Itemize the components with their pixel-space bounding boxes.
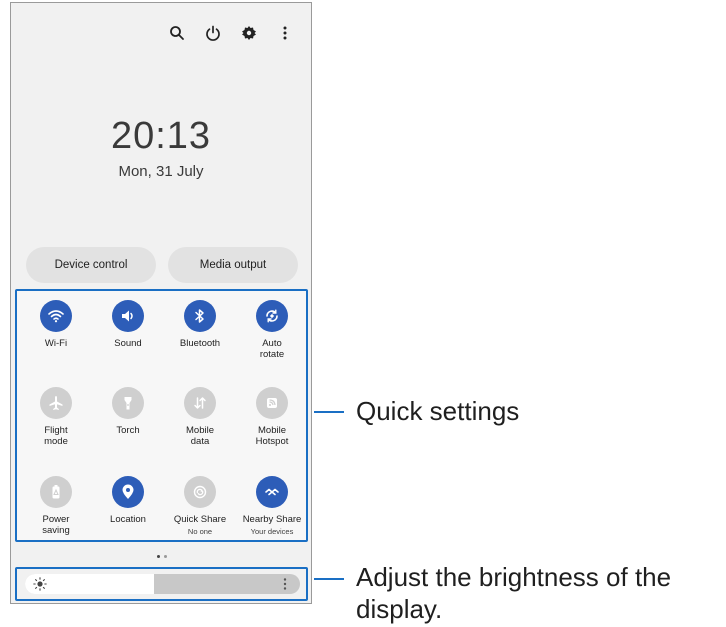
- tile-label: Nearby Share: [242, 514, 302, 525]
- brightness-more-icon[interactable]: [282, 577, 288, 591]
- tile-sublabel: No one: [187, 527, 213, 536]
- tile-label: Mobile Hotspot: [255, 425, 289, 447]
- tile-mobile-data[interactable]: Mobile data: [164, 387, 236, 447]
- tile-sublabel: Your devices: [250, 527, 294, 536]
- tile-auto-rotate[interactable]: Auto rotate: [236, 300, 308, 360]
- page-dot-active: [157, 555, 160, 558]
- brightness-callout-line-1: Adjust the brightness of the: [356, 562, 672, 592]
- tile-location[interactable]: Location: [92, 476, 164, 525]
- mobile-data-icon: [184, 387, 216, 419]
- tile-label: Wi-Fi: [44, 338, 68, 349]
- device-control-button[interactable]: Device control: [26, 247, 156, 283]
- tile-quick-share[interactable]: Quick Share No one: [164, 476, 236, 536]
- tile-label: Quick Share: [173, 514, 227, 525]
- quick-settings-callout-line: [314, 411, 344, 413]
- tile-power-saving[interactable]: Power saving: [20, 476, 92, 536]
- brightness-callout-line-2: display.: [356, 594, 443, 624]
- more-vertical-icon[interactable]: [273, 21, 297, 45]
- brightness-sun-icon: [33, 577, 47, 591]
- tile-label: Sound: [114, 338, 142, 349]
- top-bar: [165, 21, 297, 45]
- brightness-panel: [15, 567, 308, 601]
- bluetooth-icon: [184, 300, 216, 332]
- tile-label: Location: [110, 514, 146, 525]
- power-icon[interactable]: [201, 21, 225, 45]
- media-output-button[interactable]: Media output: [168, 247, 298, 283]
- brightness-callout-line: [314, 578, 344, 580]
- tile-label: Flight mode: [44, 425, 68, 447]
- page-indicator: [157, 555, 167, 558]
- clock-time: 20:13: [110, 115, 212, 157]
- quick-share-icon: [184, 476, 216, 508]
- page-dot: [164, 555, 167, 558]
- quick-settings-callout: Quick settings: [356, 396, 520, 426]
- nearby-share-icon: [256, 476, 288, 508]
- battery-icon: [40, 476, 72, 508]
- gear-icon[interactable]: [237, 21, 261, 45]
- sound-icon: [112, 300, 144, 332]
- tile-label: Torch: [116, 425, 140, 436]
- tile-label: Auto rotate: [259, 338, 285, 360]
- tile-label: Bluetooth: [179, 338, 221, 349]
- tile-wifi[interactable]: Wi-Fi: [20, 300, 92, 349]
- quick-settings-panel: Wi-Fi Sound Bluetooth Auto rotate Flight: [15, 289, 308, 542]
- torch-icon: [112, 387, 144, 419]
- tile-nearby-share[interactable]: Nearby Share Your devices: [236, 476, 308, 536]
- wifi-icon: [40, 300, 72, 332]
- airplane-icon: [40, 387, 72, 419]
- search-icon[interactable]: [165, 21, 189, 45]
- hotspot-icon: [256, 387, 288, 419]
- brightness-slider[interactable]: [25, 574, 300, 594]
- tile-sound[interactable]: Sound: [92, 300, 164, 349]
- auto-rotate-icon: [256, 300, 288, 332]
- location-pin-icon: [112, 476, 144, 508]
- tile-label: Power saving: [42, 514, 70, 536]
- tile-bluetooth[interactable]: Bluetooth: [164, 300, 236, 349]
- phone-screen: 20:13 Mon, 31 July Device control Media …: [10, 2, 312, 604]
- tile-label: Mobile data: [186, 425, 214, 447]
- tile-mobile-hotspot[interactable]: Mobile Hotspot: [236, 387, 308, 447]
- clock-date: Mon, 31 July: [118, 163, 204, 180]
- tile-torch[interactable]: Torch: [92, 387, 164, 436]
- tile-flight-mode[interactable]: Flight mode: [20, 387, 92, 447]
